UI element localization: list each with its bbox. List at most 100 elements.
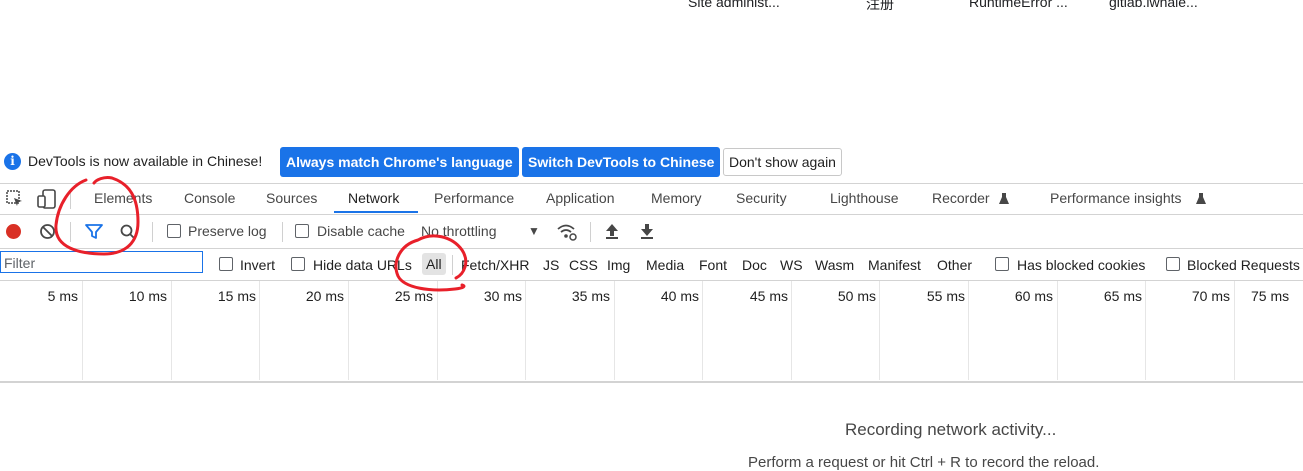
tab-network[interactable]: Network	[348, 190, 399, 206]
timeline-tick: 65 ms	[1103, 288, 1142, 304]
timeline-tick: 55 ms	[926, 288, 965, 304]
tab-performance-insights[interactable]: Performance insights	[1050, 190, 1182, 206]
timeline-tick: 35 ms	[571, 288, 610, 304]
timeline-tick: 50 ms	[837, 288, 876, 304]
type-filter-media[interactable]: Media	[646, 257, 684, 273]
active-tab-indicator	[334, 211, 418, 213]
type-filter-doc[interactable]: Doc	[742, 257, 767, 273]
timeline-gridline	[968, 281, 969, 380]
hide-data-urls-label[interactable]: Hide data URLs	[313, 257, 412, 273]
tab-lighthouse[interactable]: Lighthouse	[830, 190, 899, 206]
network-toolbar: Preserve log Disable cache No throttling…	[0, 214, 1303, 249]
timeline-tick: 45 ms	[749, 288, 788, 304]
throttling-dropdown-icon[interactable]: ▼	[528, 224, 540, 238]
import-har-icon[interactable]	[604, 222, 620, 240]
infobar-message: DevTools is now available in Chinese!	[28, 153, 263, 169]
language-infobar: i DevTools is now available in Chinese! …	[0, 146, 1303, 178]
timeline-tick: 25 ms	[394, 288, 433, 304]
dont-show-again-button[interactable]: Don't show again	[723, 148, 842, 176]
timeline-gridline	[702, 281, 703, 380]
tab-recorder[interactable]: Recorder	[932, 190, 990, 206]
network-overview-timeline[interactable]: 5 ms 10 ms 15 ms 20 ms 25 ms 30 ms 35 ms…	[0, 281, 1303, 383]
inspect-element-icon[interactable]	[5, 189, 25, 209]
timeline-tick: 10 ms	[128, 288, 167, 304]
toolbar-separator	[590, 222, 591, 242]
blocked-requests-label[interactable]: Blocked Requests	[1187, 257, 1300, 273]
timeline-gridline	[791, 281, 792, 380]
type-filter-js[interactable]: JS	[543, 257, 559, 273]
shortcut-3[interactable]: RuntimeError ...	[969, 0, 1068, 10]
timeline-gridline	[1234, 281, 1235, 380]
timeline-tick: 70 ms	[1191, 288, 1230, 304]
type-filter-wasm[interactable]: Wasm	[815, 257, 854, 273]
timeline-gridline	[259, 281, 260, 380]
record-icon[interactable]	[5, 223, 22, 240]
experimental-flask-icon	[1196, 193, 1206, 204]
shortcut-2[interactable]: 注册	[866, 0, 894, 14]
type-filter-other[interactable]: Other	[937, 257, 972, 273]
type-filter-img[interactable]: Img	[607, 257, 630, 273]
export-har-icon[interactable]	[639, 222, 655, 240]
invert-checkbox[interactable]	[219, 257, 233, 271]
clear-icon[interactable]	[39, 223, 56, 240]
info-icon: i	[4, 153, 21, 170]
device-toolbar-icon[interactable]	[36, 188, 58, 210]
tab-performance[interactable]: Performance	[434, 190, 514, 206]
empty-state-title: Recording network activity...	[845, 420, 1057, 439]
disable-cache-checkbox[interactable]	[295, 224, 309, 238]
filter-icon[interactable]	[84, 223, 104, 240]
timeline-tick: 60 ms	[1014, 288, 1053, 304]
hide-data-urls-checkbox[interactable]	[291, 257, 305, 271]
devtools-tabbar: Elements Console Sources Network Perform…	[0, 183, 1303, 215]
type-filter-fetch-xhr[interactable]: Fetch/XHR	[461, 257, 529, 273]
filter-separator	[452, 255, 453, 275]
timeline-gridline	[1057, 281, 1058, 380]
tab-memory[interactable]: Memory	[651, 190, 702, 206]
timeline-gridline	[348, 281, 349, 380]
throttling-select[interactable]: No throttling	[421, 223, 496, 239]
tab-console[interactable]: Console	[184, 190, 235, 206]
disable-cache-label[interactable]: Disable cache	[317, 223, 405, 239]
match-language-button[interactable]: Always match Chrome's language	[280, 147, 519, 177]
tabbar-separator	[70, 189, 71, 209]
timeline-tick: 20 ms	[305, 288, 344, 304]
type-filter-all[interactable]: All	[422, 253, 446, 275]
tab-application[interactable]: Application	[546, 190, 615, 206]
timeline-tick: 30 ms	[483, 288, 522, 304]
experimental-flask-icon	[999, 193, 1009, 204]
type-filter-ws[interactable]: WS	[780, 257, 803, 273]
timeline-gridline	[171, 281, 172, 380]
has-blocked-cookies-checkbox[interactable]	[995, 257, 1009, 271]
timeline-gridline	[525, 281, 526, 380]
timeline-tick: 15 ms	[217, 288, 256, 304]
timeline-gridline	[437, 281, 438, 380]
network-filter-bar: Filter Invert Hide data URLs All Fetch/X…	[0, 249, 1303, 281]
timeline-gridline	[614, 281, 615, 380]
switch-to-chinese-button[interactable]: Switch DevTools to Chinese	[522, 147, 721, 177]
timeline-tick: 40 ms	[660, 288, 699, 304]
toolbar-separator	[282, 222, 283, 242]
filter-input[interactable]: Filter	[0, 251, 203, 273]
type-filter-manifest[interactable]: Manifest	[868, 257, 921, 273]
toolbar-separator	[152, 222, 153, 242]
invert-label[interactable]: Invert	[240, 257, 275, 273]
type-filter-css[interactable]: CSS	[569, 257, 598, 273]
shortcut-4[interactable]: gitlab.iwhale...	[1109, 0, 1198, 10]
tab-elements[interactable]: Elements	[94, 190, 152, 206]
blocked-requests-checkbox[interactable]	[1166, 257, 1180, 271]
timeline-tick: 75 ms	[1251, 288, 1290, 304]
timeline-gridline	[82, 281, 83, 380]
network-conditions-icon[interactable]	[556, 222, 578, 242]
tab-sources[interactable]: Sources	[266, 190, 317, 206]
preserve-log-checkbox[interactable]	[167, 224, 181, 238]
timeline-gridline	[879, 281, 880, 380]
type-filter-font[interactable]: Font	[699, 257, 727, 273]
tab-security[interactable]: Security	[736, 190, 787, 206]
timeline-tick: 5 ms	[47, 288, 78, 304]
has-blocked-cookies-label[interactable]: Has blocked cookies	[1017, 257, 1145, 273]
timeline-gridline	[1145, 281, 1146, 380]
search-icon[interactable]	[119, 223, 137, 241]
preserve-log-label[interactable]: Preserve log	[188, 223, 267, 239]
toolbar-separator	[70, 222, 71, 242]
shortcut-1[interactable]: Site administ...	[688, 0, 780, 10]
